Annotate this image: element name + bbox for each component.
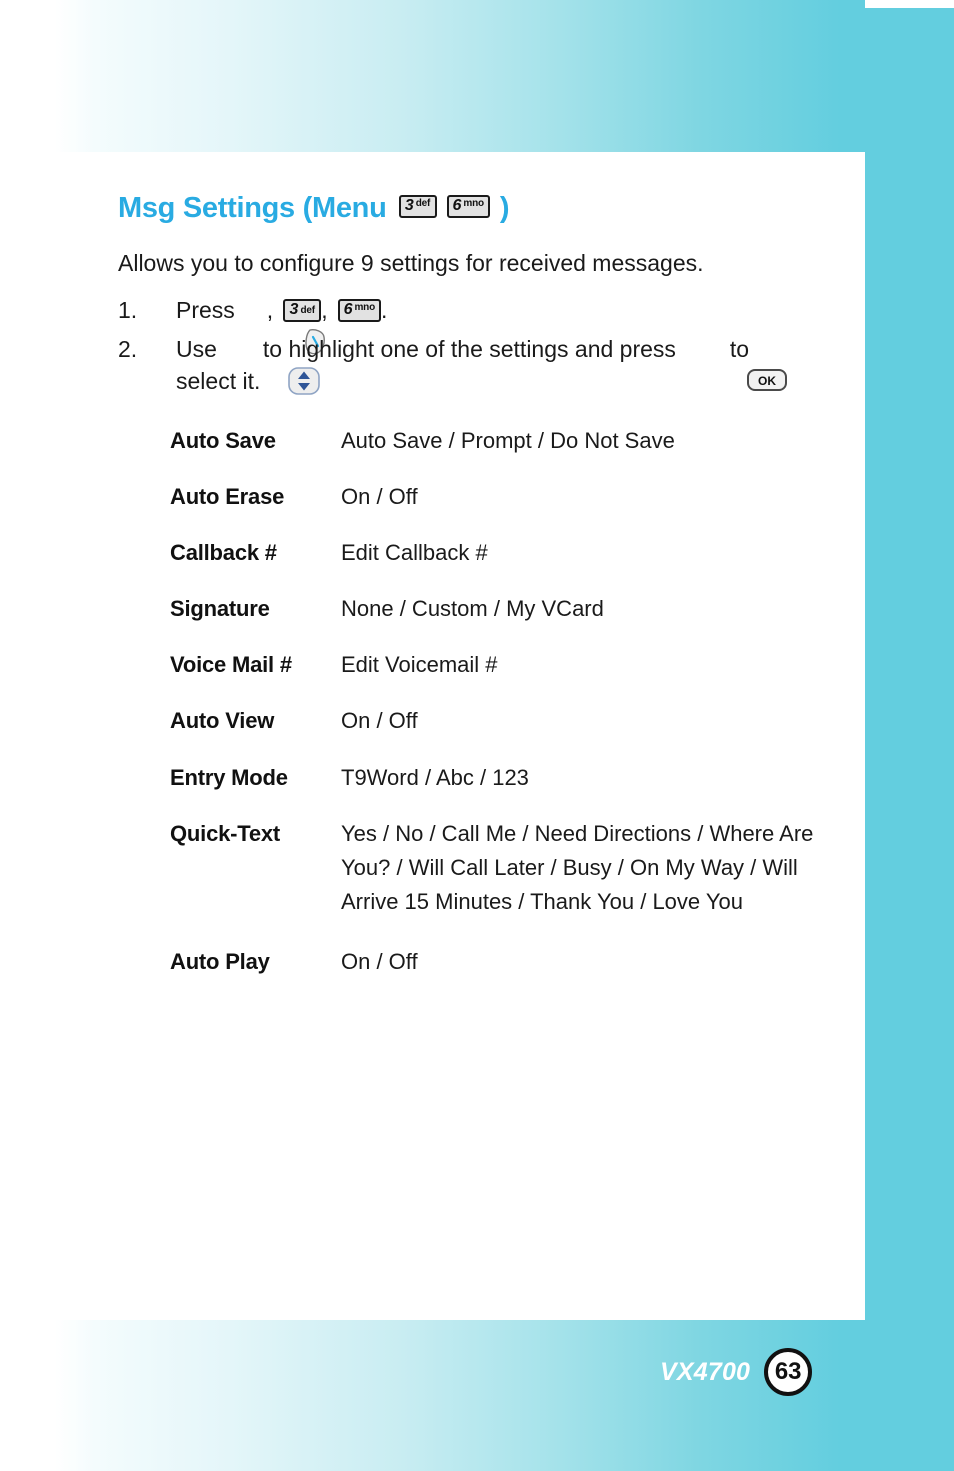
setting-row-auto-view: Auto View On / Off bbox=[170, 704, 860, 738]
step-2-line: Use to highlight one of the settings and… bbox=[176, 333, 858, 395]
step-2-text-before: Use bbox=[176, 335, 217, 362]
setting-value: Auto Save / Prompt / Do Not Save bbox=[341, 428, 675, 453]
intro-paragraph: Allows you to configure 9 settings for r… bbox=[118, 250, 704, 276]
step-1: 1. Press , 3 def , 6 mno . bbox=[118, 294, 858, 355]
page-title-keycaps: 3 def 6 mno bbox=[398, 195, 490, 218]
setting-value: On / Off bbox=[341, 948, 418, 974]
keycap-letters: def bbox=[300, 304, 315, 316]
keycap-digit: 6 bbox=[343, 300, 353, 318]
setting-value: T9Word / Abc / 123 bbox=[341, 764, 529, 790]
keycap-6-mno: 6 mno bbox=[337, 298, 381, 322]
top-right-white-notch bbox=[865, 0, 954, 8]
step-2-text-middle: to highlight one of the settings and pre… bbox=[262, 335, 676, 362]
setting-label: Auto Play bbox=[170, 948, 270, 974]
step-1-comma-1: , bbox=[266, 297, 274, 323]
settings-definition-list: Auto Save Auto Save / Prompt / Do Not Sa… bbox=[170, 424, 860, 979]
keycap-digit: 3 bbox=[404, 197, 414, 214]
keycap-digit: 3 bbox=[289, 300, 299, 318]
setting-row-quick-text: Quick-Text Yes / No / Call Me / Need Dir… bbox=[170, 817, 860, 919]
steps-list: 1. Press , 3 def , 6 mno . 2. Use to hig… bbox=[118, 294, 858, 404]
page-bottom-band bbox=[0, 1320, 954, 1471]
setting-row-auto-save: Auto Save Auto Save / Prompt / Do Not Sa… bbox=[170, 424, 860, 458]
page-title-close-paren: ) bbox=[499, 192, 510, 224]
svg-text:OK: OK bbox=[758, 374, 776, 388]
step-1-text-before: Press bbox=[176, 297, 235, 323]
keycap-digit: 6 bbox=[452, 197, 462, 214]
setting-value: Edit Voicemail # bbox=[341, 652, 498, 678]
setting-label: Auto Erase bbox=[170, 484, 285, 510]
setting-row-auto-play: Auto Play On / Off bbox=[170, 945, 860, 979]
setting-row-entry-mode: Entry Mode T9Word / Abc / 123 bbox=[170, 761, 860, 795]
setting-value: Edit Callback # bbox=[341, 540, 488, 566]
step-1-number: 1. bbox=[118, 297, 138, 323]
setting-value: On / Off bbox=[341, 708, 418, 734]
keycap-6-mno: 6 mno bbox=[446, 195, 490, 218]
keycap-letters: mno bbox=[354, 301, 375, 313]
step-1-period: . bbox=[381, 297, 388, 323]
page-title: Msg Settings (Menu 3 def 6 mno ) bbox=[118, 192, 510, 225]
setting-label: Quick-Text bbox=[170, 820, 281, 846]
keycap-3-def: 3 def bbox=[283, 298, 322, 322]
step-2-text-after: to bbox=[729, 335, 750, 362]
keycap-letters: mno bbox=[463, 198, 484, 209]
keycap-3-def: 3 def bbox=[398, 195, 437, 218]
step-1-line: Press , 3 def , 6 mno . bbox=[176, 294, 858, 355]
send-key-icon bbox=[241, 296, 325, 355]
setting-label: Callback # bbox=[170, 540, 277, 566]
page-right-strip bbox=[865, 8, 954, 1320]
setting-label: Auto Save bbox=[170, 428, 276, 453]
setting-value: None / Custom / My VCard bbox=[341, 596, 604, 622]
step-1-comma-2: , bbox=[321, 297, 328, 323]
setting-label: Signature bbox=[170, 596, 270, 622]
setting-row-auto-erase: Auto Erase On / Off bbox=[170, 480, 860, 514]
setting-row-voice-mail-number: Voice Mail # Edit Voicemail # bbox=[170, 648, 860, 682]
step-2-number: 2. bbox=[118, 335, 138, 362]
setting-label: Auto View bbox=[170, 708, 275, 734]
page-top-band bbox=[0, 0, 954, 152]
setting-row-callback-number: Callback # Edit Callback # bbox=[170, 536, 860, 570]
step-2: 2. Use to highlight one of the settings … bbox=[118, 333, 858, 398]
setting-label: Voice Mail # bbox=[170, 652, 292, 678]
page-content: Msg Settings (Menu 3 def 6 mno ) Allows yo… bbox=[0, 152, 865, 1320]
setting-value: Yes / No / Call Me / Need Directions / W… bbox=[341, 820, 814, 914]
setting-value: On / Off bbox=[341, 484, 418, 510]
ok-key-icon: OK bbox=[682, 335, 787, 391]
page-title-text: Msg Settings (Menu bbox=[118, 192, 387, 224]
nav-updown-key-icon bbox=[223, 333, 320, 395]
setting-label: Entry Mode bbox=[170, 764, 288, 790]
keycap-letters: def bbox=[415, 198, 431, 209]
setting-row-signature: Signature None / Custom / My VCard bbox=[170, 592, 860, 626]
